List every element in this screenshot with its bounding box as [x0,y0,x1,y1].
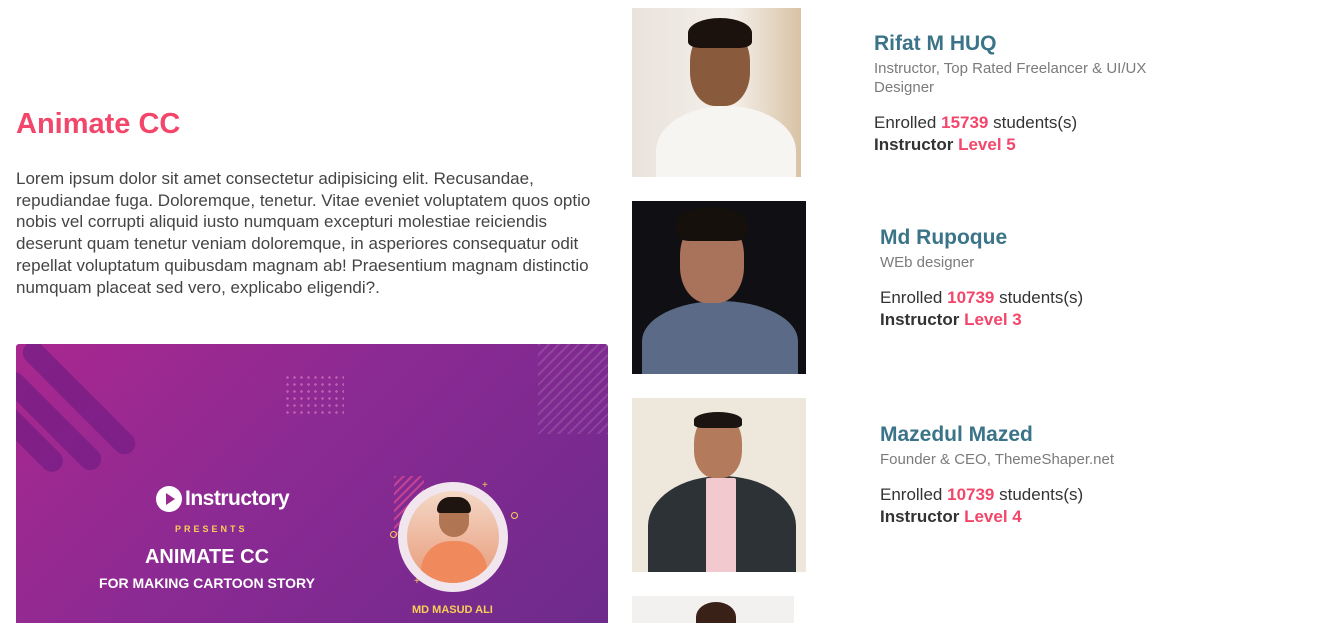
instructor-photo[interactable] [632,596,794,623]
instructor-name[interactable]: Mazedul Mazed [880,423,1210,447]
course-banner-image[interactable]: Instructory PRESENTS ANIMATE CC FOR MAKI… [16,344,608,623]
course-title: Animate CC [16,108,181,140]
instructor-name[interactable]: Md Rupoque [880,226,1210,250]
instructor-photo[interactable] [632,8,801,177]
students-count: 10739 [947,288,995,307]
banner-decor-circle [511,512,518,519]
enrolled-stat: Enrolled 10739 students(s) [880,288,1084,307]
enrolled-stat: Enrolled 15739 students(s) [874,113,1078,132]
banner-presenter-name: MD MASUD ALI [412,604,493,616]
instructor-role: WEb designer [880,254,975,271]
banner-presents: PRESENTS [175,524,248,534]
students-count: 15739 [941,113,989,132]
instructor-photo[interactable] [632,201,806,374]
banner-decor-hatch [538,344,608,434]
logo-text: Instructory [185,487,290,510]
instructor-card: Mazedul Mazed Founder & CEO, ThemeShaper… [880,423,1210,527]
enrolled-stat: Enrolled 10739 students(s) [880,485,1084,504]
instructor-card: Rifat M HUQ Instructor, Top Rated Freela… [874,32,1204,155]
course-description: Lorem ipsum dolor sit amet consectetur a… [16,169,591,297]
level-value: Level 3 [964,310,1022,329]
instructor-level: Instructor Level 4 [880,507,1022,526]
instructor-card: Md Rupoque WEb designer Enrolled 10739 s… [880,226,1210,330]
instructory-logo: Instructory [156,486,290,512]
play-icon [156,486,182,512]
instructor-photo[interactable] [632,398,806,572]
banner-decor-plus: + [414,576,420,587]
banner-title: ANIMATE CC [144,546,270,568]
instructor-name[interactable]: Rifat M HUQ [874,32,1204,56]
banner-decor-plus: + [482,480,488,491]
instructor-level: Instructor Level 3 [880,310,1022,329]
instructor-level: Instructor Level 5 [874,135,1016,154]
level-value: Level 4 [964,507,1022,526]
instructor-role: Founder & CEO, ThemeShaper.net [880,451,1115,468]
banner-subtitle: FOR MAKING CARTOON STORY [99,575,315,591]
banner-decor-dots [284,374,344,414]
students-count: 10739 [947,485,995,504]
banner-decor-circle [390,531,397,538]
level-value: Level 5 [958,135,1016,154]
instructor-role: Instructor, Top Rated Freelancer & UI/UX… [874,60,1147,96]
